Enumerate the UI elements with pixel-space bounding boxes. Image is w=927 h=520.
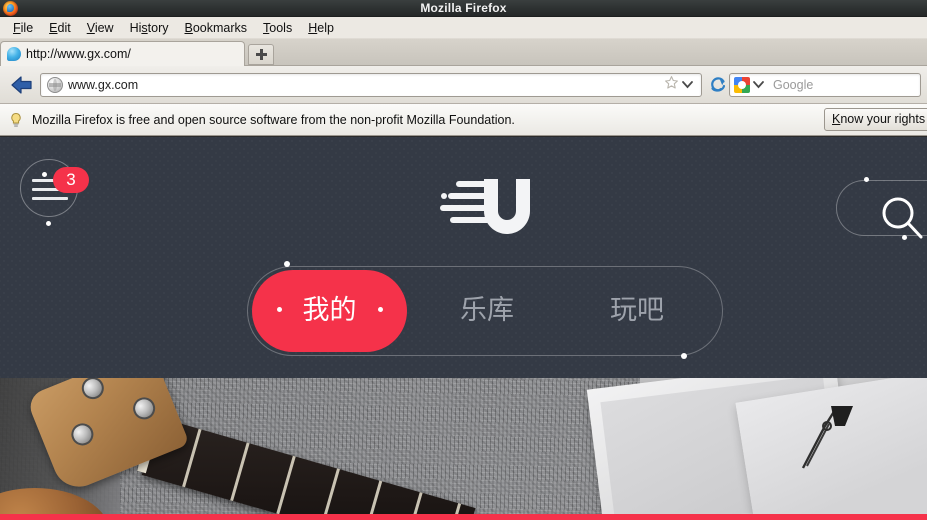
url-bar[interactable]: www.gx.com (40, 72, 702, 97)
navigation-toolbar: www.gx.com Google (0, 66, 927, 104)
back-arrow-icon (11, 75, 32, 94)
page-content: 3 我的 乐库 玩吧 (0, 137, 927, 520)
window-titlebar: Mozilla Firefox (0, 0, 927, 17)
search-magnifier-icon (878, 194, 926, 247)
reload-icon (711, 76, 726, 92)
search-button[interactable] (836, 172, 927, 242)
brand-u-logo-icon (440, 175, 532, 237)
menu-help[interactable]: Help (300, 17, 342, 39)
nav-item-play[interactable]: 玩吧 (572, 266, 702, 356)
menu-bookmarks[interactable]: Bookmarks (177, 17, 256, 39)
star-icon[interactable] (664, 75, 679, 95)
search-bar[interactable]: Google (729, 72, 921, 97)
decor-dot (864, 177, 869, 182)
hero-image: 亿速云 (0, 378, 927, 520)
browser-tab-active[interactable]: http://www.gx.com/ (0, 41, 245, 66)
menu-badge-count: 3 (53, 167, 89, 193)
search-input[interactable]: Google (773, 78, 813, 92)
plus-icon (255, 49, 267, 60)
know-your-rights-button[interactable]: Know your rights (824, 108, 927, 131)
decor-dot (42, 172, 47, 177)
menu-tools[interactable]: Tools (255, 17, 300, 39)
site-header: 3 我的 乐库 玩吧 (0, 137, 927, 378)
menu-button[interactable]: 3 (20, 159, 89, 226)
new-tab-button[interactable] (248, 44, 274, 65)
menu-view[interactable]: View (79, 17, 122, 39)
menu-file[interactable]: File (5, 17, 41, 39)
tab-strip: http://www.gx.com/ (0, 39, 927, 66)
back-button[interactable] (6, 70, 38, 100)
nav-item-mine[interactable]: 我的 (252, 266, 407, 356)
notification-bar: Mozilla Firefox is free and open source … (0, 104, 927, 136)
globe-icon (47, 76, 63, 93)
menu-edit[interactable]: Edit (41, 17, 79, 39)
hero-accent-bar (0, 514, 927, 520)
search-engine-chevron-icon[interactable] (753, 76, 764, 94)
firefox-window: Mozilla Firefox File Edit View History B… (0, 0, 927, 520)
nav-item-library[interactable]: 乐库 (422, 266, 552, 356)
reload-button[interactable] (707, 74, 729, 96)
chevron-down-icon[interactable] (682, 76, 693, 94)
site-nav: 我的 乐库 玩吧 (247, 261, 723, 359)
menubar: File Edit View History Bookmarks Tools H… (0, 17, 927, 39)
hero-desk-lamp (795, 396, 865, 476)
window-title: Mozilla Firefox (420, 1, 507, 15)
tab-title: http://www.gx.com/ (26, 47, 131, 61)
url-text: www.gx.com (68, 77, 139, 92)
lightbulb-icon (8, 112, 24, 128)
menu-history[interactable]: History (122, 17, 177, 39)
decor-dot (46, 221, 51, 226)
page-favicon-icon (7, 47, 21, 61)
google-icon (734, 76, 750, 93)
notification-message: Mozilla Firefox is free and open source … (32, 112, 515, 127)
